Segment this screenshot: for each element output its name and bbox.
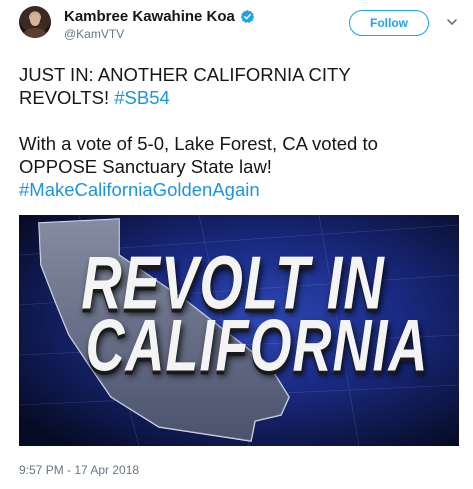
author-handle[interactable]: @KamVTV	[64, 27, 124, 41]
verified-badge-icon	[240, 9, 255, 24]
hashtag-link[interactable]: #SB54	[114, 87, 170, 108]
follow-button[interactable]: Follow	[349, 10, 429, 36]
media-headline: CALIFORNIA	[85, 305, 429, 387]
author-name[interactable]: Kambree Kawahine Koa	[64, 8, 235, 25]
chevron-down-icon[interactable]	[446, 16, 458, 28]
author-name-row[interactable]: Kambree Kawahine Koa	[64, 7, 255, 25]
tweet-text-line: OPPOSE Sanctuary State law!	[19, 156, 272, 177]
hashtag-link[interactable]: #MakeCaliforniaGoldenAgain	[19, 178, 260, 201]
tweet-text-line: With a vote of 5-0, Lake Forest, CA vote…	[19, 133, 378, 154]
tweet-card: Kambree Kawahine Koa @KamVTV Follow JUST…	[0, 0, 473, 489]
tweet-media-image[interactable]: REVOLT IN CALIFORNIA	[19, 215, 459, 446]
tweet-text-line: REVOLTS! #SB54	[19, 86, 170, 109]
tweet-text-line: JUST IN: ANOTHER CALIFORNIA CITY	[19, 64, 351, 85]
tweet-text-fragment: REVOLTS!	[19, 87, 115, 108]
tweet-timestamp[interactable]: 9:57 PM - 17 Apr 2018	[19, 463, 139, 477]
avatar[interactable]	[19, 6, 51, 38]
